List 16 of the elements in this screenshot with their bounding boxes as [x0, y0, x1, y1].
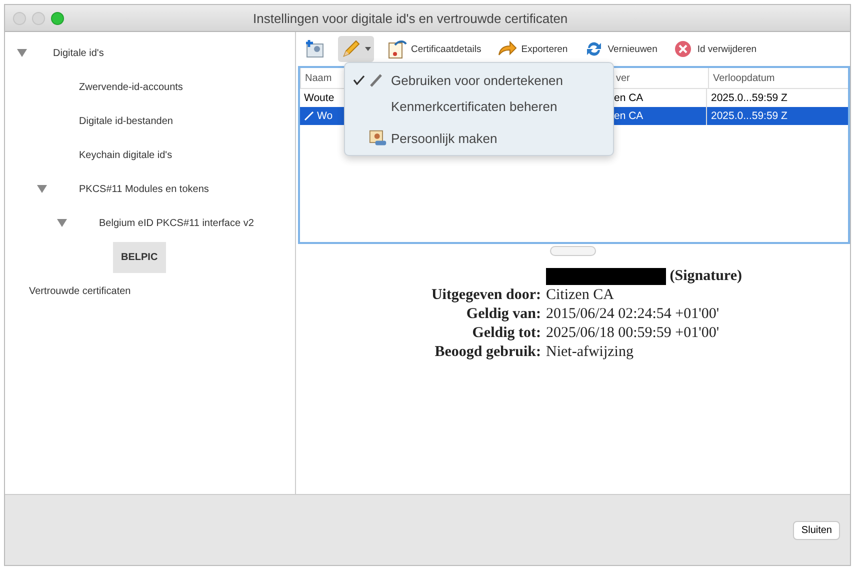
- window-title: Instellingen voor digitale id's en vertrouwde certificaten: [253, 10, 568, 26]
- field-label: Geldig tot:: [471, 325, 541, 342]
- table-cell: Wo: [317, 110, 333, 122]
- field-label: Geldig van:: [465, 306, 541, 324]
- certificate-title: (Signature): [670, 268, 742, 284]
- field-value: Citizen CA: [546, 287, 615, 304]
- table-cell: 2025.0...59:59 Z: [711, 110, 788, 122]
- table-cell: en CA: [614, 92, 644, 104]
- field-value: 2025/06/18 00:59:59 +01'00': [546, 325, 720, 342]
- field-value: 2015/06/24 02:24:54 +01'00': [546, 306, 720, 324]
- table-cell: Woute: [304, 92, 334, 104]
- table-cell: en CA: [614, 110, 644, 122]
- field-label: Beoogd gebruik:: [434, 344, 541, 362]
- field-value: Niet-afwijzing: [546, 344, 634, 362]
- field-label: Uitgegeven door:: [430, 287, 541, 304]
- table-cell: 2025.0...59:59 Z: [711, 92, 788, 104]
